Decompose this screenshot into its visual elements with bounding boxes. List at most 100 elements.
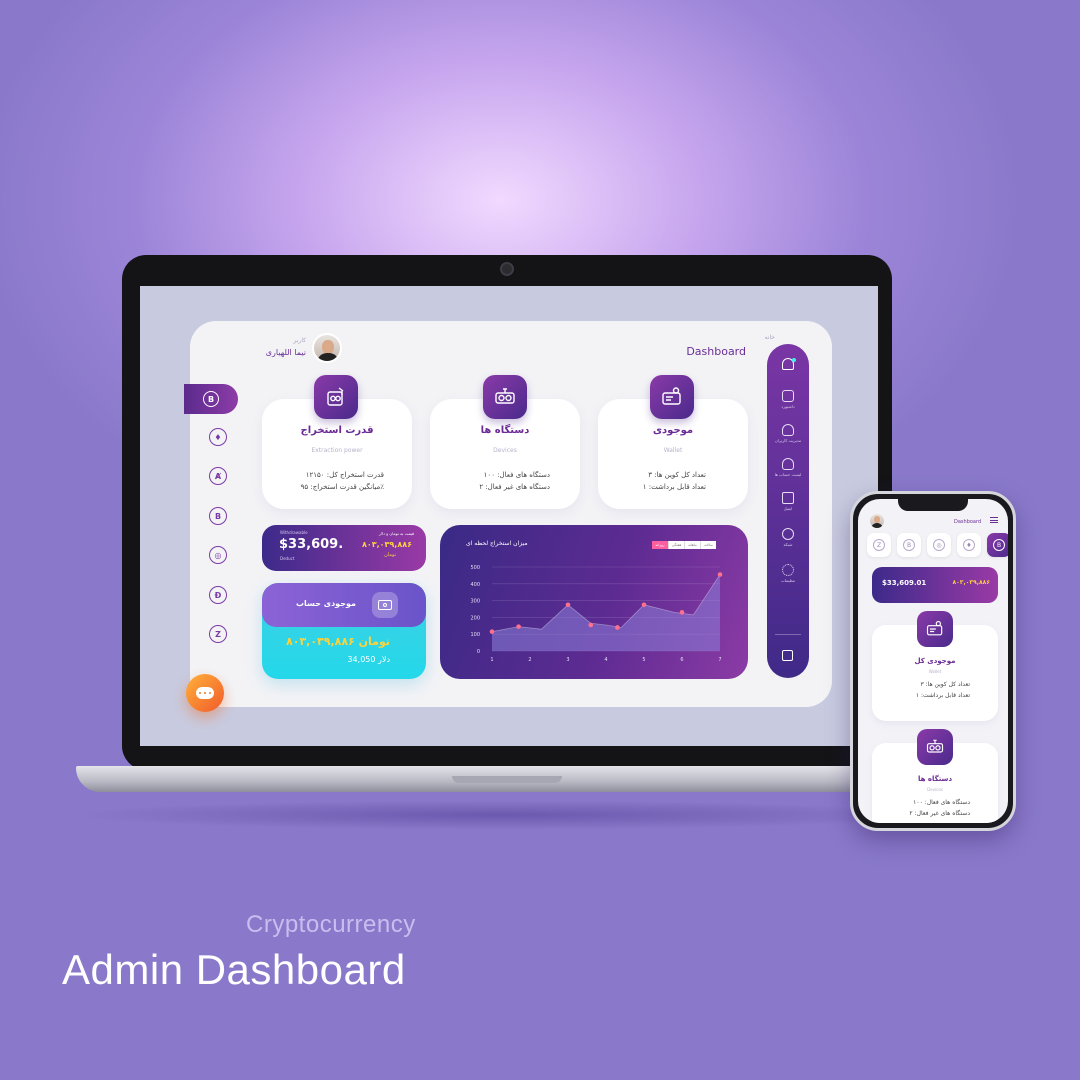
home-icon[interactable]	[782, 390, 794, 402]
user-icon[interactable]	[782, 424, 794, 436]
coin-icon[interactable]: ◎	[209, 546, 227, 564]
coin-icon: ◎	[933, 539, 945, 551]
bitcoin-alt-icon[interactable]: B	[209, 507, 227, 525]
nav-label: مدیریت کاربران	[774, 438, 802, 443]
phone-frame: Dashboard Z B ◎ ♦ B $33,609.01 ۸۰۳,۰۳۹,۸…	[850, 491, 1016, 831]
balance-usd: $33,609.01	[882, 579, 927, 587]
y-tick-label: 400	[470, 582, 480, 588]
data-point	[489, 629, 495, 634]
nav-divider	[775, 634, 801, 635]
users-icon[interactable]	[782, 458, 794, 470]
globe-icon[interactable]	[782, 528, 794, 540]
account-title: موجودی حساب	[296, 599, 356, 608]
nav-label: لیست حساب ها	[774, 472, 802, 477]
coin-tab[interactable]: ◎	[927, 533, 951, 557]
y-tick-label: 500	[470, 565, 480, 571]
ethereum-icon: ♦	[963, 539, 975, 551]
avatar[interactable]	[870, 514, 884, 528]
coin-tab[interactable]: Z	[867, 533, 891, 557]
balance-toman: ۸۰۳,۰۳۹,۸۸۶	[361, 540, 412, 549]
mail-icon[interactable]	[782, 492, 794, 504]
data-point	[588, 622, 594, 628]
x-tick-label: 1	[490, 657, 493, 663]
y-tick-label: 100	[470, 632, 480, 638]
data-point	[565, 602, 571, 608]
ethereum-icon[interactable]: ♦	[209, 428, 227, 446]
price-label: قیمت به تومان و دلار	[378, 531, 414, 536]
account-toman: تومان ۸۰۳,۰۳۹,۸۸۶	[286, 635, 390, 648]
breadcrumb[interactable]: خانه	[725, 334, 775, 341]
gpu-device-icon	[483, 375, 527, 419]
laptop-notch	[452, 776, 562, 783]
phone-screen: Dashboard Z B ◎ ♦ B $33,609.01 ۸۰۳,۰۳۹,۸…	[858, 499, 1008, 823]
page-title: Dashboard	[686, 345, 746, 358]
account-balance-card[interactable]: موجودی حساب تومان ۸۰۳,۰۳۹,۸۸۶ دلار 34,05…	[262, 583, 426, 679]
card-subtitle: Devices	[927, 787, 943, 792]
gear-icon[interactable]	[782, 564, 794, 576]
card-line: دستگاه های غیر فعال: ۲	[909, 810, 970, 817]
coin-tab[interactable]: ♦	[957, 533, 981, 557]
user-role: کاربر	[293, 337, 306, 344]
x-tick-label: 5	[642, 657, 645, 663]
card-subtitle: Extraction power	[311, 447, 363, 454]
zcash-icon[interactable]: Z	[209, 625, 227, 643]
laptop-screen: خانه Dashboard کاربر نیما اللهیاری B ♦ Ⱥ…	[140, 286, 878, 746]
webcam-icon	[500, 262, 514, 276]
menu-icon[interactable]	[990, 517, 998, 523]
phone-coin-tabs: Z B ◎ ♦ B	[867, 533, 1008, 557]
card-subtitle: Wallet	[928, 669, 942, 674]
user-name: نیما اللهیاری	[265, 348, 306, 357]
coin-tab-bitcoin[interactable]: B	[184, 384, 238, 414]
card-line: دستگاه های غیر فعال: ۲	[479, 483, 550, 491]
y-tick-label: 200	[470, 615, 480, 621]
cash-icon	[372, 592, 398, 618]
card-line: تعداد قابل برداشت: ۱	[915, 692, 970, 699]
card-subtitle: Wallet	[663, 447, 683, 454]
dogecoin-icon[interactable]: Ð	[209, 586, 227, 604]
coin-tab[interactable]: B	[897, 533, 921, 557]
balance-card[interactable]: Withdrawable $33,609. Deduct قیمت به توم…	[262, 525, 426, 571]
card-title: موجودی	[652, 425, 694, 436]
data-point	[615, 625, 620, 630]
card-title: دستگاه ها	[480, 425, 530, 436]
card-line: دستگاه های فعال: ۱۰۰	[913, 799, 970, 806]
right-navigation: داشبورد مدیریت کاربران لیست حساب ها ایمی…	[767, 344, 809, 678]
bitcoin-icon: B	[203, 391, 219, 407]
chat-button[interactable]	[186, 674, 224, 712]
data-point	[679, 610, 685, 615]
page-title: Dashboard	[954, 519, 982, 525]
card-line: تعداد قابل برداشت: ۱	[642, 483, 706, 491]
coin-tab-active[interactable]: B	[987, 533, 1008, 557]
data-point	[516, 624, 521, 629]
balance-usd: $33,609.	[279, 537, 344, 552]
data-point	[717, 572, 723, 577]
notification-dot	[792, 358, 796, 362]
mining-area-chart: 0 100 200 300 400 500 1 2 3 4 5 6 7	[470, 565, 723, 663]
avatar[interactable]	[312, 333, 342, 363]
deduct-label: Deduct	[280, 556, 295, 561]
caption-title: Admin Dashboard	[62, 946, 406, 993]
card-line: تعداد کل کوین ها: ۳	[920, 681, 970, 688]
gpu-device-icon	[917, 729, 953, 765]
card-line: قدرت استخراج کل: ۱۲۱۵۰	[305, 471, 384, 479]
nav-label: شبکه	[783, 542, 793, 547]
x-tick-label: 4	[604, 657, 607, 663]
card-line: تعداد کل کوین ها: ۳	[648, 471, 706, 479]
dashboard-panel: خانه Dashboard کاربر نیما اللهیاری B ♦ Ⱥ…	[184, 321, 832, 712]
data-point	[641, 602, 647, 608]
algorand-icon[interactable]: Ⱥ	[209, 467, 227, 485]
withdrawable-label: Withdrawable	[280, 530, 308, 535]
card-title: قدرت استخراج	[300, 425, 374, 436]
logout-icon[interactable]	[782, 650, 793, 661]
chat-icon	[196, 687, 214, 699]
x-tick-label: 6	[680, 657, 683, 663]
bitcoin-icon: B	[993, 539, 1005, 551]
x-tick-label: 7	[718, 657, 721, 663]
y-tick-label: 300	[470, 599, 480, 605]
area-series	[492, 574, 720, 651]
phone-balance-card[interactable]: $33,609.01 ۸۰۳,۰۳۹,۸۸۶	[872, 567, 998, 603]
account-card-header: موجودی حساب	[262, 583, 426, 627]
card-title: موجودی کل	[914, 657, 956, 665]
card-title: دستگاه ها	[917, 775, 953, 783]
x-tick-label: 2	[528, 657, 531, 663]
